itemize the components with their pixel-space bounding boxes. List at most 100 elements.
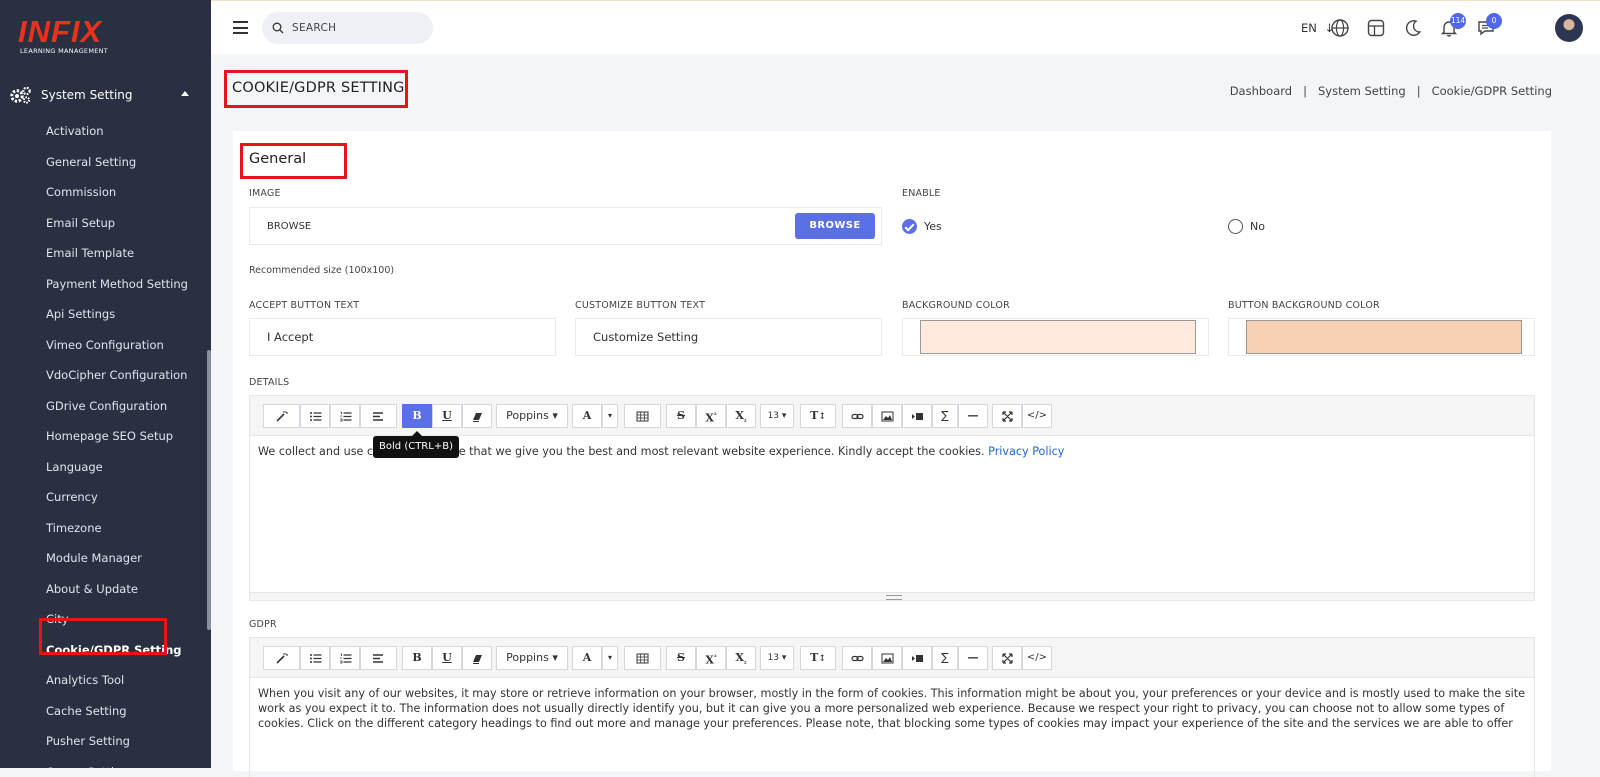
menu-icon[interactable] bbox=[233, 21, 248, 34]
sidebar-item-vdocipher-configuration[interactable]: VdoCipher Configuration bbox=[0, 360, 207, 391]
sidebar-item-about-update[interactable]: About & Update bbox=[0, 574, 207, 605]
font-size-select[interactable]: 13 ▾ bbox=[760, 404, 794, 428]
image-button[interactable] bbox=[872, 646, 902, 670]
sidebar-item-module-manager[interactable]: Module Manager bbox=[0, 543, 207, 574]
sidebar-item-cache-setting[interactable]: Cache Setting bbox=[0, 696, 207, 727]
sidebar-scrollbar[interactable] bbox=[207, 350, 211, 630]
button-background-color-swatch[interactable] bbox=[1246, 320, 1522, 354]
settings-card: General IMAGE BROWSE BROWSE Recommended … bbox=[233, 131, 1551, 777]
underline-button[interactable]: U bbox=[432, 404, 462, 428]
accept-button-text-input[interactable]: I Accept bbox=[249, 318, 556, 356]
brand-logo[interactable]: INFIX LEARNING MANAGEMENT bbox=[18, 16, 128, 64]
paragraph-align-button[interactable] bbox=[360, 646, 397, 670]
font-family-select[interactable]: Poppins ▾ bbox=[496, 404, 568, 428]
sidebar-item-queue-settings[interactable]: Queue Settings bbox=[0, 757, 207, 769]
table-icon bbox=[636, 653, 649, 663]
horizontal-rule-button[interactable]: — bbox=[958, 404, 988, 428]
fullscreen-icon bbox=[1001, 410, 1013, 422]
magic-style-button[interactable] bbox=[263, 404, 300, 428]
strikethrough-button[interactable]: S bbox=[666, 646, 696, 670]
subscript-button[interactable]: X₂ bbox=[726, 646, 756, 670]
link-button[interactable] bbox=[842, 404, 872, 428]
search-box[interactable]: SEARCH bbox=[262, 12, 433, 44]
superscript-button[interactable]: X² bbox=[696, 404, 726, 428]
sidebar-item-payment-method-setting[interactable]: Payment Method Setting bbox=[0, 269, 207, 300]
sidebar-item-language[interactable]: Language bbox=[0, 452, 207, 483]
customize-button-text-input[interactable]: Customize Setting bbox=[575, 318, 882, 356]
link-icon bbox=[850, 655, 864, 661]
ordered-list-button[interactable] bbox=[330, 404, 360, 428]
text-color-dropdown[interactable]: ▾ bbox=[602, 646, 618, 670]
table-icon bbox=[636, 411, 649, 421]
strikethrough-button[interactable]: S bbox=[666, 404, 696, 428]
font-family-select[interactable]: Poppins ▾ bbox=[496, 646, 568, 670]
messages-badge: 0 bbox=[1486, 13, 1502, 29]
math-button[interactable]: ∑ bbox=[932, 646, 958, 670]
enable-no-radio[interactable]: No bbox=[1228, 219, 1265, 234]
globe-icon[interactable] bbox=[1330, 18, 1350, 38]
magic-style-button[interactable] bbox=[263, 646, 300, 670]
code-view-button[interactable]: </> bbox=[1022, 646, 1052, 670]
link-button[interactable] bbox=[842, 646, 872, 670]
sidebar-item-pusher-setting[interactable]: Pusher Setting bbox=[0, 726, 207, 757]
text-color-button[interactable]: A bbox=[572, 404, 602, 428]
bold-button[interactable]: B bbox=[402, 404, 432, 428]
fullscreen-button[interactable] bbox=[992, 404, 1022, 428]
sidebar-item-vimeo-configuration[interactable]: Vimeo Configuration bbox=[0, 330, 207, 361]
line-height-button[interactable]: T↕ bbox=[800, 404, 836, 428]
enable-yes-radio[interactable]: Yes bbox=[902, 219, 942, 234]
fullscreen-button[interactable] bbox=[992, 646, 1022, 670]
line-height-button[interactable]: T↕ bbox=[800, 646, 836, 670]
details-editor-resize-handle[interactable] bbox=[250, 592, 1534, 600]
user-avatar[interactable] bbox=[1555, 14, 1583, 42]
background-color-swatch[interactable] bbox=[920, 320, 1196, 354]
top-bar: SEARCH EN ↓ 114 0 bbox=[211, 0, 1600, 54]
privacy-policy-link[interactable]: Privacy Policy bbox=[988, 445, 1064, 458]
underline-button[interactable]: U bbox=[432, 646, 462, 670]
text-color-dropdown[interactable]: ▾ bbox=[602, 404, 618, 428]
background-color-field[interactable] bbox=[902, 318, 1209, 356]
sidebar-item-gdrive-configuration[interactable]: GDrive Configuration bbox=[0, 391, 207, 422]
search-input[interactable]: SEARCH bbox=[292, 22, 336, 34]
table-button[interactable] bbox=[624, 646, 661, 670]
sidebar-item-analytics-tool[interactable]: Analytics Tool bbox=[0, 665, 207, 696]
subscript-button[interactable]: X₂ bbox=[726, 404, 756, 428]
ordered-list-button[interactable] bbox=[330, 646, 360, 670]
clear-format-button[interactable] bbox=[462, 646, 492, 670]
bold-button[interactable]: B bbox=[402, 646, 432, 670]
text-color-button[interactable]: A bbox=[572, 646, 602, 670]
video-button[interactable] bbox=[902, 646, 932, 670]
moon-icon[interactable] bbox=[1403, 18, 1423, 38]
sidebar-item-api-settings[interactable]: Api Settings bbox=[0, 299, 207, 330]
code-view-button[interactable]: </> bbox=[1022, 404, 1052, 428]
notifications-badge: 114 bbox=[1450, 13, 1466, 29]
magic-wand-icon bbox=[276, 652, 288, 664]
superscript-button[interactable]: X² bbox=[696, 646, 726, 670]
video-button[interactable] bbox=[902, 404, 932, 428]
browse-button[interactable]: BROWSE bbox=[795, 213, 875, 239]
sidebar-item-timezone[interactable]: Timezone bbox=[0, 513, 207, 544]
clear-format-button[interactable] bbox=[462, 404, 492, 428]
sidebar-parent-system-setting[interactable]: System Setting bbox=[10, 84, 202, 106]
sidebar-item-commission[interactable]: Commission bbox=[0, 177, 207, 208]
sidebar-item-currency[interactable]: Currency bbox=[0, 482, 207, 513]
sidebar-item-general-setting[interactable]: General Setting bbox=[0, 147, 207, 178]
table-button[interactable] bbox=[624, 404, 661, 428]
breadcrumb-system-setting[interactable]: System Setting bbox=[1318, 84, 1406, 98]
math-button[interactable]: ∑ bbox=[932, 404, 958, 428]
horizontal-rule-button[interactable]: — bbox=[958, 646, 988, 670]
sidebar-item-activation[interactable]: Activation bbox=[0, 116, 207, 147]
breadcrumb-dashboard[interactable]: Dashboard bbox=[1230, 84, 1292, 98]
unordered-list-button[interactable] bbox=[300, 404, 330, 428]
image-button[interactable] bbox=[872, 404, 902, 428]
layout-icon[interactable] bbox=[1366, 18, 1386, 38]
paragraph-align-button[interactable] bbox=[360, 404, 397, 428]
gdpr-editor-content[interactable]: When you visit any of our websites, it m… bbox=[250, 678, 1534, 739]
unordered-list-button[interactable] bbox=[300, 646, 330, 670]
image-upload-field[interactable]: BROWSE BROWSE bbox=[249, 207, 882, 245]
font-size-select[interactable]: 13 ▾ bbox=[760, 646, 794, 670]
sidebar-item-email-template[interactable]: Email Template bbox=[0, 238, 207, 269]
sidebar-item-email-setup[interactable]: Email Setup bbox=[0, 208, 207, 239]
button-background-color-field[interactable] bbox=[1228, 318, 1535, 356]
sidebar-item-homepage-seo-setup[interactable]: Homepage SEO Setup bbox=[0, 421, 207, 452]
